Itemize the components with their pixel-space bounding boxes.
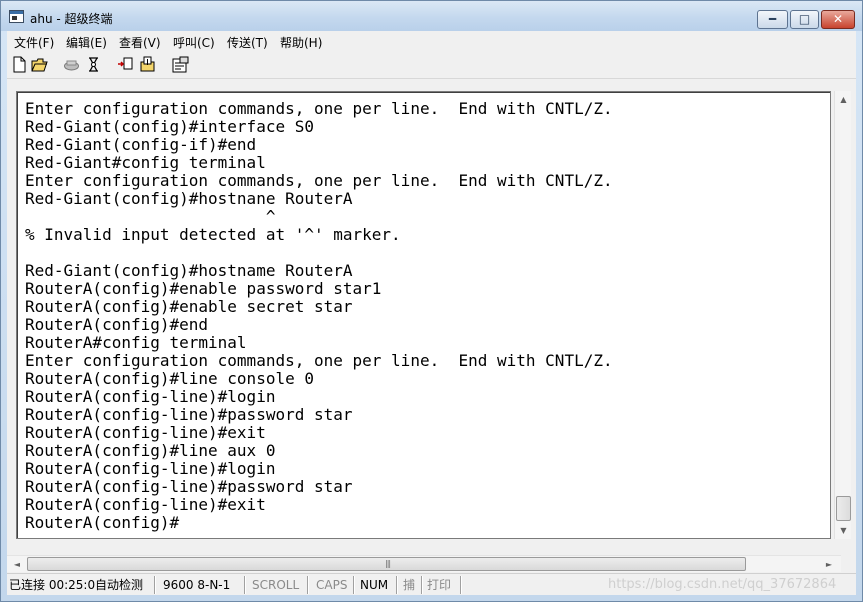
menu-edit[interactable]: 编辑(E) (66, 34, 107, 51)
terminal-line: Enter configuration commands, one per li… (25, 351, 613, 370)
terminal-line: RouterA(config-line)#password star (25, 405, 353, 424)
terminal-line: Red-Giant(config)#hostname RouterA (25, 261, 353, 280)
properties-icon[interactable] (172, 56, 189, 73)
status-divider (244, 576, 245, 594)
terminal-line: RouterA(config-line)#login (25, 459, 276, 478)
terminal-line: Red-Giant#config terminal (25, 153, 266, 172)
hyperterminal-app-icon[interactable] (9, 10, 24, 23)
terminal-line: Enter configuration commands, one per li… (25, 99, 613, 118)
status-divider (154, 576, 155, 594)
terminal-line: Red-Giant(config)#interface S0 (25, 117, 314, 136)
num-lock-indicator: NUM (360, 578, 389, 592)
status-divider (460, 576, 461, 594)
status-divider (421, 576, 422, 594)
scroll-down-icon[interactable]: ▼ (835, 522, 852, 539)
title-bar[interactable]: ahu - 超级终端 ━ □ ✕ (1, 1, 862, 31)
open-folder-icon[interactable] (31, 56, 48, 73)
detect-status: 自动检测 (95, 578, 144, 592)
new-connection-icon[interactable] (11, 56, 28, 73)
receive-file-icon[interactable] (139, 56, 156, 73)
vertical-scroll-thumb[interactable] (836, 496, 851, 521)
terminal-line: RouterA(config)#line console 0 (25, 369, 314, 388)
hyperterminal-window: ahu - 超级终端 ━ □ ✕ 文件(F) 编辑(E) 查看(V) 呼叫(C)… (0, 0, 863, 602)
menu-file[interactable]: 文件(F) (14, 34, 54, 51)
terminal-line: Red-Giant(config)#hostnane RouterA (25, 189, 353, 208)
scroll-right-icon[interactable]: ► (821, 556, 837, 573)
close-button[interactable]: ✕ (821, 10, 855, 29)
disconnect-icon[interactable] (85, 56, 102, 73)
terminal-line: RouterA(config)# (25, 513, 180, 532)
print-echo-indicator: 打印 (427, 578, 452, 592)
terminal-line: RouterA(config)#enable secret star (25, 297, 353, 316)
terminal-line: ^ (25, 207, 276, 226)
scroll-left-icon[interactable]: ◄ (9, 556, 25, 573)
terminal-line: RouterA(config-line)#password star (25, 477, 353, 496)
terminal-line: RouterA(config-line)#exit (25, 495, 266, 514)
scroll-lock-indicator: SCROLL (252, 578, 300, 592)
watermark: https://blog.csdn.net/qq_37672864 (608, 577, 837, 592)
send-file-icon[interactable] (117, 56, 134, 73)
connection-status: 已连接 00:25:0 (9, 578, 96, 592)
menu-view[interactable]: 查看(V) (119, 34, 161, 51)
horizontal-scrollbar[interactable]: ◄ ||| ► (7, 555, 841, 572)
terminal-line: Red-Giant(config-if)#end (25, 135, 257, 154)
terminal-output: Enter configuration commands, one per li… (25, 100, 613, 532)
status-divider (396, 576, 397, 594)
terminal-line: % Invalid input detected at '^' marker. (25, 225, 401, 244)
toolbar (7, 51, 856, 79)
maximize-button[interactable]: □ (790, 10, 819, 29)
caps-lock-indicator: CAPS (316, 578, 348, 592)
scroll-grip-icon: ||| (385, 559, 391, 568)
status-divider (307, 576, 308, 594)
terminal-line: Enter configuration commands, one per li… (25, 171, 613, 190)
scroll-up-icon[interactable]: ▲ (835, 91, 852, 108)
client-area: Enter configuration commands, one per li… (7, 79, 856, 573)
terminal-line: RouterA(config-line)#login (25, 387, 276, 406)
terminal-line: RouterA(config)#line aux 0 (25, 441, 276, 460)
terminal-line: RouterA(config-line)#exit (25, 423, 266, 442)
terminal-line: RouterA(config)#end (25, 315, 209, 334)
call-icon[interactable] (63, 56, 80, 73)
menu-help[interactable]: 帮助(H) (280, 34, 322, 51)
menu-call[interactable]: 呼叫(C) (173, 34, 215, 51)
terminal-line: RouterA(config)#enable password star1 (25, 279, 382, 298)
terminal-screen[interactable]: Enter configuration commands, one per li… (16, 91, 831, 539)
menu-bar: 文件(F) 编辑(E) 查看(V) 呼叫(C) 传送(T) 帮助(H) (7, 31, 856, 51)
status-divider (353, 576, 354, 594)
terminal-line: RouterA#config terminal (25, 333, 247, 352)
horizontal-scroll-thumb[interactable]: ||| (27, 557, 746, 571)
menu-transfer[interactable]: 传送(T) (227, 34, 268, 51)
window-title: ahu - 超级终端 (30, 12, 113, 26)
baud-status: 9600 8-N-1 (163, 578, 231, 592)
vertical-scrollbar[interactable]: ▲ ▼ (834, 91, 851, 539)
capture-indicator: 捕 (403, 578, 416, 592)
minimize-button[interactable]: ━ (757, 10, 788, 29)
